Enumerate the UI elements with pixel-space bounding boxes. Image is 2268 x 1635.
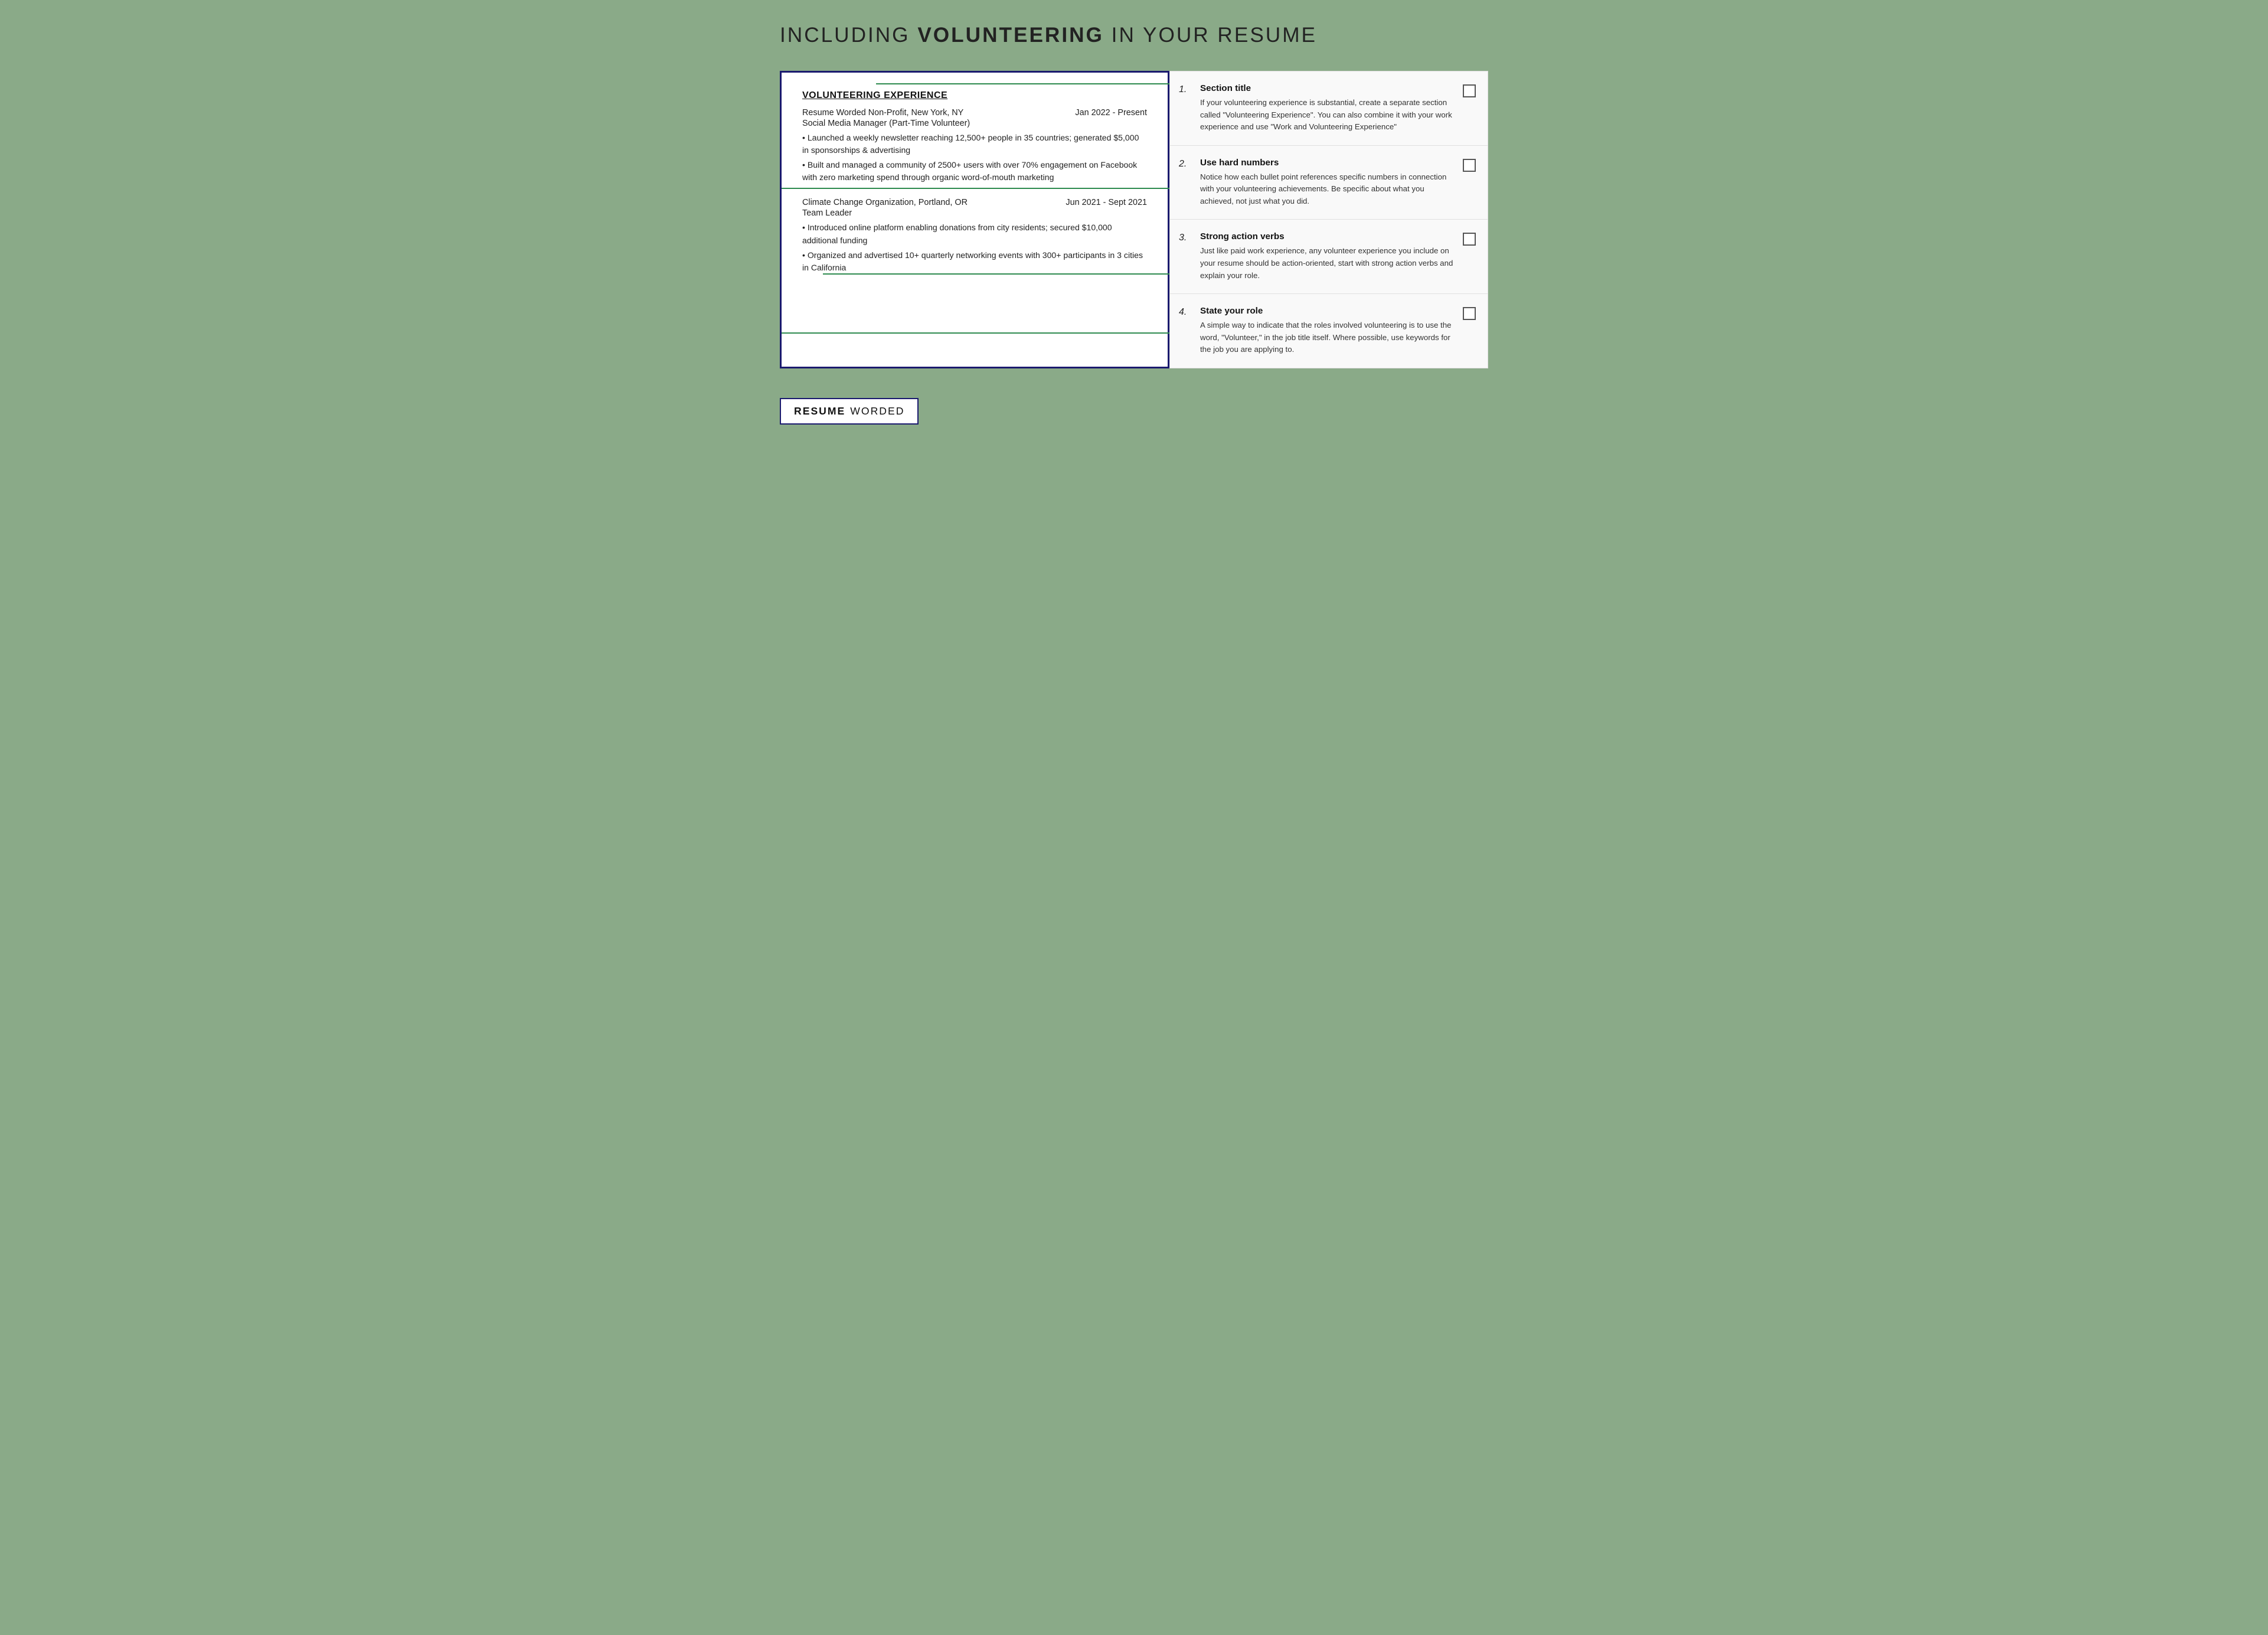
tip-3-content: Strong action verbs Just like paid work … [1200,231,1456,282]
tips-panel: 1. Section title If your volunteering ex… [1169,71,1488,368]
tip-2-title: Use hard numbers [1200,158,1456,168]
tip-item-4: 4. State your role A simple way to indic… [1170,294,1488,368]
brand-box: RESUME WORDED [780,398,919,425]
tip-3-number: 3. [1179,231,1193,243]
resume-job-2-role: Team Leader [802,208,1147,218]
tip-4-number: 4. [1179,306,1193,318]
tip-1-content: Section title If your volunteering exper… [1200,83,1456,133]
tip-2-description: Notice how each bullet point references … [1200,171,1456,208]
resume-job-2-date: Jun 2021 - Sept 2021 [1066,198,1147,207]
tip-4-title: State your role [1200,306,1456,316]
tip-item-1: 1. Section title If your volunteering ex… [1170,71,1488,146]
annotation-line-1 [876,83,1169,84]
resume-job-1: Resume Worded Non-Profit, New York, NY J… [802,108,1147,184]
resume-section-title: VOLUNTEERING EXPERIENCE [802,90,1147,101]
resume-job-2-header: Climate Change Organization, Portland, O… [802,198,1147,207]
annotation-line-4 [782,332,1169,334]
tip-2-number: 2. [1179,158,1193,169]
tip-4-content: State your role A simple way to indicate… [1200,306,1456,356]
resume-job-1-org: Resume Worded Non-Profit, New York, NY [802,108,963,118]
tip-2-content: Use hard numbers Notice how each bullet … [1200,158,1456,208]
annotation-line-3 [823,273,1169,275]
tip-4-description: A simple way to indicate that the roles … [1200,319,1456,356]
resume-job-2: Climate Change Organization, Portland, O… [802,198,1147,273]
tip-3-title: Strong action verbs [1200,231,1456,242]
resume-job-1-role: Social Media Manager (Part-Time Voluntee… [802,119,1147,128]
resume-job-1-bullet-1: • Launched a weekly newsletter reaching … [802,132,1147,156]
tip-item-2: 2. Use hard numbers Notice how each bull… [1170,146,1488,220]
resume-job-1-bullet-2: • Built and managed a community of 2500+… [802,159,1147,184]
resume-panel: VOLUNTEERING EXPERIENCE Resume Worded No… [780,71,1169,368]
resume-job-1-header: Resume Worded Non-Profit, New York, NY J… [802,108,1147,118]
resume-job-2-bullet-2: • Organized and advertised 10+ quarterly… [802,249,1147,274]
tip-item-3: 3. Strong action verbs Just like paid wo… [1170,220,1488,294]
tip-3-checkbox[interactable] [1463,233,1476,246]
brand-resume-label: RESUME [794,405,845,417]
tip-4-checkbox[interactable] [1463,307,1476,320]
tip-1-title: Section title [1200,83,1456,93]
page-title: INCLUDING VOLUNTEERING IN YOUR RESUME [780,24,1488,47]
branding-area: RESUME WORDED [780,398,1488,425]
brand-worded-label: WORDED [850,405,904,417]
resume-job-2-bullet-1: • Introduced online platform enabling do… [802,221,1147,246]
tip-3-description: Just like paid work experience, any volu… [1200,245,1456,282]
resume-job-1-date: Jan 2022 - Present [1075,108,1147,118]
tip-1-checkbox[interactable] [1463,84,1476,97]
resume-job-2-org: Climate Change Organization, Portland, O… [802,198,968,207]
tip-2-checkbox[interactable] [1463,159,1476,172]
title-bold: VOLUNTEERING [917,24,1104,47]
tip-1-description: If your volunteering experience is subst… [1200,97,1456,133]
title-prefix: INCLUDING [780,24,917,47]
main-content: VOLUNTEERING EXPERIENCE Resume Worded No… [780,71,1488,368]
title-suffix: IN YOUR RESUME [1104,24,1317,47]
annotation-line-2 [782,188,1169,189]
tip-1-number: 1. [1179,83,1193,95]
